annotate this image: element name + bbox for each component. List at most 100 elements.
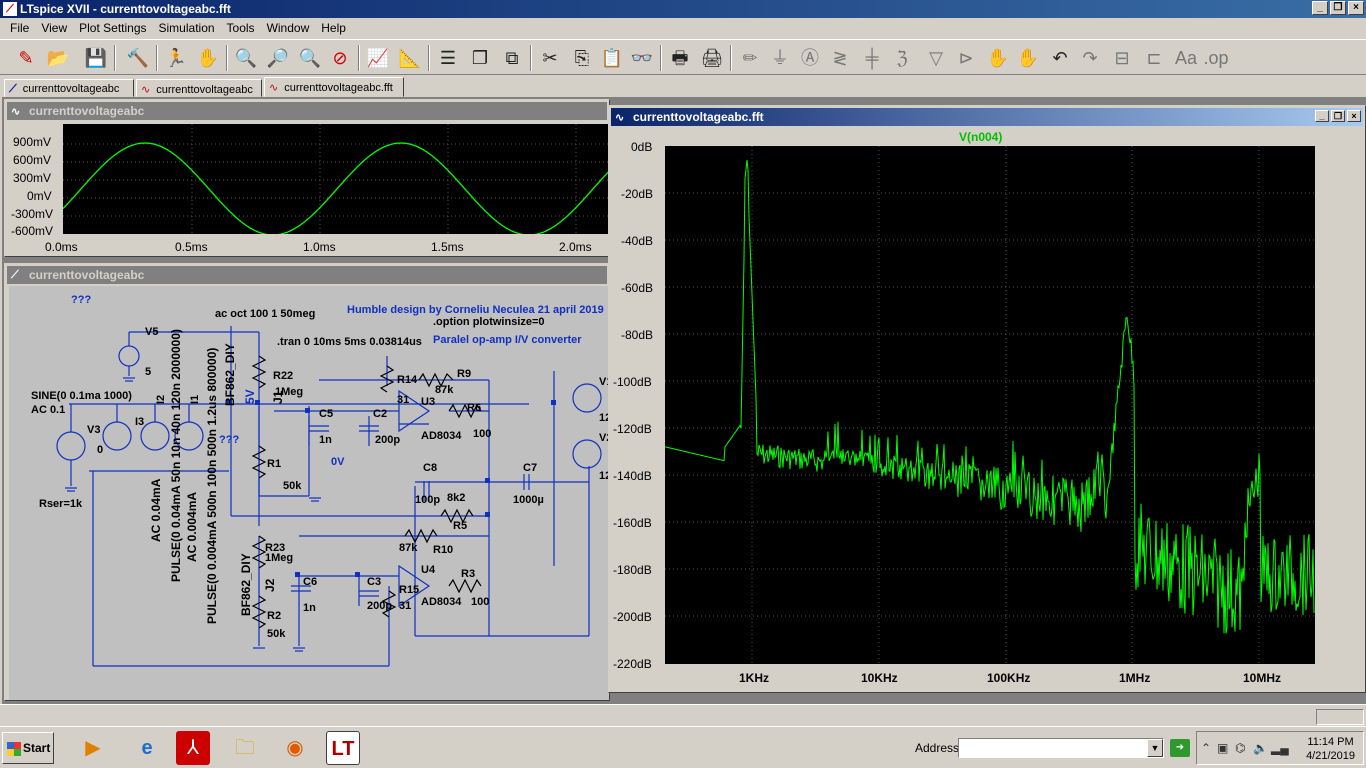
r10-label[interactable]: R10 bbox=[433, 544, 453, 556]
r3-label[interactable]: R3 bbox=[461, 568, 475, 580]
unknown-label[interactable]: ??? bbox=[71, 294, 91, 306]
fft-minimize-button[interactable]: _ bbox=[1315, 110, 1329, 122]
fft-close-button[interactable]: × bbox=[1347, 110, 1361, 122]
r23-value[interactable]: 1Meg bbox=[265, 552, 293, 564]
r1-label[interactable]: R1 bbox=[267, 458, 281, 470]
print-icon[interactable]: 🖶 bbox=[666, 44, 694, 72]
v3-label[interactable]: V3 bbox=[87, 424, 100, 436]
diode-icon[interactable]: ▽ bbox=[922, 44, 950, 72]
r9-label[interactable]: R9 bbox=[457, 368, 471, 380]
option-directive[interactable]: .option plotwinsize=0 bbox=[433, 316, 545, 328]
fivev-label[interactable]: 5V bbox=[243, 389, 257, 404]
c7-label[interactable]: C7 bbox=[523, 462, 537, 474]
find-icon[interactable]: 👓 bbox=[628, 44, 656, 72]
ac-source[interactable]: AC 0.1 bbox=[31, 404, 65, 416]
i1-label[interactable]: I1 bbox=[189, 395, 201, 404]
u4-type[interactable]: AD8034 bbox=[421, 596, 461, 608]
move-icon[interactable]: ✋ bbox=[984, 44, 1012, 72]
tile-vertical-icon[interactable]: ⧉ bbox=[498, 44, 526, 72]
r6-value[interactable]: 100 bbox=[473, 428, 491, 440]
new-schematic-icon[interactable]: ✎ bbox=[12, 44, 40, 72]
trace-name[interactable]: V(n004) bbox=[959, 130, 1002, 144]
menu-help[interactable]: Help bbox=[315, 21, 352, 35]
chevron-down-icon[interactable]: ▼ bbox=[1147, 739, 1163, 757]
media-player-icon[interactable]: ▶ bbox=[76, 731, 110, 765]
text-icon[interactable]: Aa bbox=[1172, 44, 1200, 72]
c8-value[interactable]: 100p bbox=[415, 494, 440, 506]
go-arrow-icon[interactable]: ➜ bbox=[1170, 739, 1190, 757]
c3-value[interactable]: 200p bbox=[367, 600, 392, 612]
ground-icon[interactable]: ⏚ bbox=[766, 44, 794, 72]
r5-value[interactable]: 8k2 bbox=[447, 492, 465, 504]
internet-explorer-icon[interactable]: e bbox=[130, 731, 164, 765]
safely-remove-icon[interactable]: ▣ bbox=[1217, 741, 1228, 755]
menu-file[interactable]: File bbox=[4, 21, 35, 35]
c6-value[interactable]: 1n bbox=[303, 602, 316, 614]
zoom-fit-icon[interactable]: ⊘ bbox=[326, 44, 354, 72]
redo-icon[interactable]: ↷ bbox=[1076, 44, 1104, 72]
component-icon[interactable]: ⊳ bbox=[952, 44, 980, 72]
credit-comment[interactable]: Humble design by Corneliu Neculea 21 apr… bbox=[347, 304, 604, 316]
run-icon[interactable]: 🏃 bbox=[162, 44, 190, 72]
close-button[interactable]: × bbox=[1348, 1, 1364, 15]
open-folder-icon[interactable]: 📂 bbox=[44, 44, 72, 72]
i2-pulse[interactable]: PULSE(0 0.04mA 50n 10n 40n 120n 2000000) bbox=[169, 329, 183, 582]
inductor-icon[interactable]: ℨ bbox=[888, 44, 916, 72]
schematic-titlebar[interactable]: ⟋ currenttovoltageabc bbox=[7, 266, 607, 284]
zoom-in-icon[interactable]: 🔍 bbox=[232, 44, 260, 72]
j2-label[interactable]: J2 bbox=[263, 579, 277, 592]
zoom-out-icon[interactable]: 🔍 bbox=[296, 44, 324, 72]
start-button[interactable]: Start bbox=[2, 732, 54, 764]
acrobat-icon[interactable]: ⅄ bbox=[176, 731, 210, 765]
desc-comment[interactable]: Paralel op-amp I/V converter bbox=[433, 334, 582, 346]
c3-label[interactable]: C3 bbox=[367, 576, 381, 588]
zero-volt-label[interactable]: 0V bbox=[331, 456, 344, 468]
plot-area-icon[interactable]: 📐 bbox=[396, 44, 424, 72]
i1-ac[interactable]: AC 0.004mA bbox=[185, 492, 199, 562]
schematic-canvas[interactable]: ??? ac oct 100 1 50meg .tran 0 10ms 5ms … bbox=[9, 286, 609, 700]
u4-label[interactable]: U4 bbox=[421, 564, 435, 576]
drag-icon[interactable]: ✋ bbox=[1014, 44, 1042, 72]
r5-label[interactable]: R5 bbox=[453, 520, 467, 532]
c8-label[interactable]: C8 bbox=[423, 462, 437, 474]
save-icon[interactable]: 💾 bbox=[82, 44, 110, 72]
r3-value[interactable]: 100 bbox=[471, 596, 489, 608]
signal-icon[interactable]: ▂▄ bbox=[1271, 741, 1289, 755]
v5-value[interactable]: 5 bbox=[145, 366, 151, 378]
menu-simulation[interactable]: Simulation bbox=[153, 21, 221, 35]
mirror-icon[interactable]: ⊏ bbox=[1140, 44, 1168, 72]
restore-button[interactable]: ❐ bbox=[1330, 1, 1346, 15]
i3-pulse[interactable]: PULSE(0 0.004mA 500n 100n 500n 1.2us 800… bbox=[205, 348, 219, 624]
fft-restore-button[interactable]: ❐ bbox=[1331, 110, 1345, 122]
r22-label[interactable]: R22 bbox=[273, 370, 293, 382]
c7-value[interactable]: 1000µ bbox=[513, 494, 544, 506]
tran-directive[interactable]: .tran 0 10ms 5ms 0.03814us bbox=[277, 336, 422, 348]
fft-plot-window[interactable]: ∿ currenttovoltageabc.fft _ ❐ × V(n004) … bbox=[608, 105, 1366, 693]
j1-label[interactable]: J1 bbox=[271, 391, 285, 404]
pan-icon[interactable]: 🔎 bbox=[264, 44, 292, 72]
ac-directive[interactable]: ac oct 100 1 50meg bbox=[215, 308, 315, 320]
v3-value[interactable]: 0 bbox=[97, 444, 103, 456]
tile-horizontal-icon[interactable]: ☰ bbox=[434, 44, 462, 72]
r9-value[interactable]: 87k bbox=[435, 384, 453, 396]
c2-label[interactable]: C2 bbox=[373, 408, 387, 420]
r14-value[interactable]: 31 bbox=[397, 394, 409, 406]
r2-value[interactable]: 50k bbox=[267, 628, 285, 640]
print-setup-icon[interactable]: 🖨 bbox=[698, 44, 726, 72]
menu-tools[interactable]: Tools bbox=[221, 21, 261, 35]
clock[interactable]: 11:14 PM 4/21/2019 bbox=[1306, 735, 1355, 763]
r15-label[interactable]: R15 bbox=[399, 584, 419, 596]
firefox-icon[interactable]: ◉ bbox=[278, 731, 312, 765]
volume-icon[interactable]: 🔈 bbox=[1253, 741, 1268, 755]
spice-directive-icon[interactable]: .op bbox=[1202, 44, 1230, 72]
minimize-button[interactable]: _ bbox=[1312, 1, 1328, 15]
i2-ac[interactable]: AC 0.04mA bbox=[149, 479, 163, 542]
r14-label[interactable]: R14 bbox=[397, 374, 417, 386]
rser-label[interactable]: Rser=1k bbox=[39, 498, 82, 510]
label-net-icon[interactable]: Ⓐ bbox=[796, 44, 824, 72]
schematic-window[interactable]: ⟋ currenttovoltageabc ??? ac oct 100 1 5… bbox=[4, 263, 610, 701]
resistor-icon[interactable]: ≷ bbox=[826, 44, 854, 72]
tab-fft[interactable]: ∿ currenttovoltageabc.fft bbox=[264, 77, 404, 97]
r10-value[interactable]: 87k bbox=[399, 542, 417, 554]
menu-plot-settings[interactable]: Plot Settings bbox=[73, 21, 152, 35]
